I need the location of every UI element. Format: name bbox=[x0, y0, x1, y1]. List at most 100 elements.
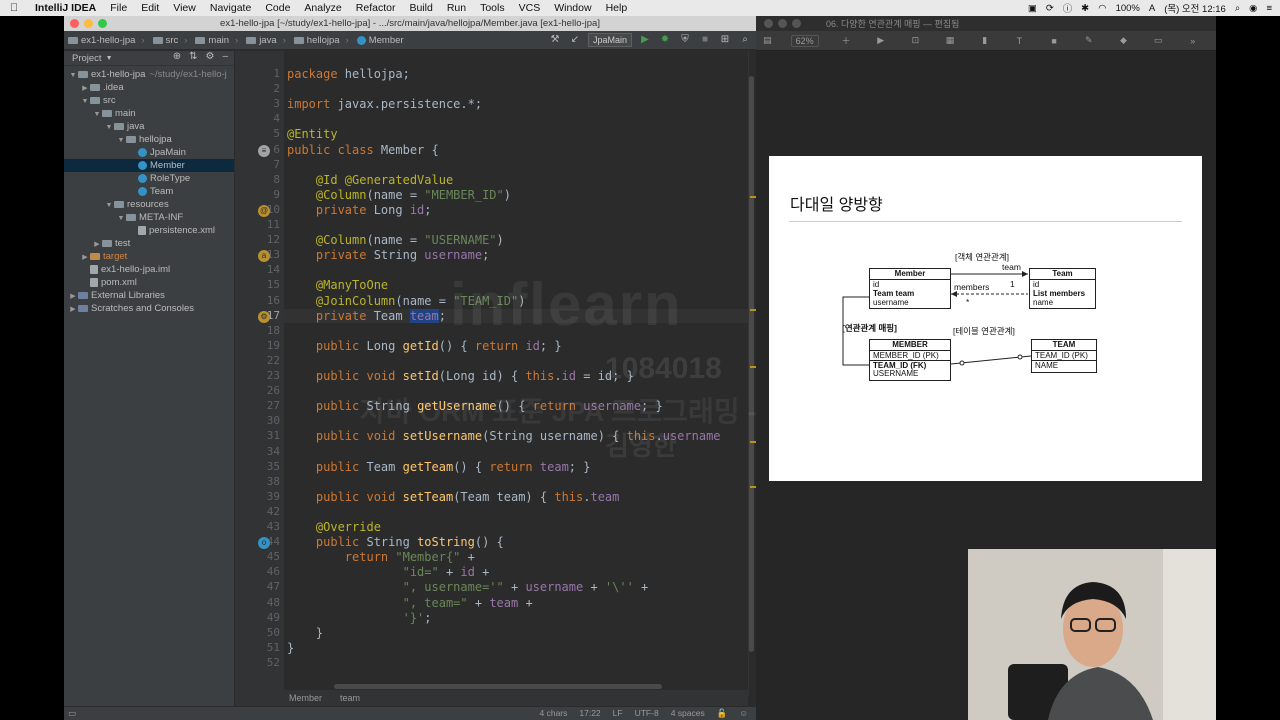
editor-scrollbar-thumb[interactable] bbox=[749, 76, 754, 652]
line-number[interactable]: 26 bbox=[250, 384, 280, 397]
line-number[interactable]: 12 bbox=[250, 233, 280, 246]
menu-tools[interactable]: Tools bbox=[473, 0, 512, 16]
zoom-window-button[interactable] bbox=[792, 19, 801, 28]
code-line[interactable]: public String toString() { bbox=[287, 535, 504, 549]
minimize-window-button[interactable] bbox=[84, 19, 93, 28]
line-number[interactable]: 35 bbox=[250, 460, 280, 473]
crumb-member[interactable]: Member bbox=[353, 35, 408, 46]
line-number[interactable]: 23 bbox=[250, 369, 280, 382]
tree-item[interactable]: persistence.xml bbox=[64, 224, 234, 237]
code-line[interactable]: @Column(name = "MEMBER_ID") bbox=[287, 188, 511, 202]
indent-setting[interactable]: 4 spaces bbox=[671, 708, 705, 719]
menu-window[interactable]: Window bbox=[547, 0, 598, 16]
text-icon[interactable]: T bbox=[1008, 36, 1031, 46]
line-number[interactable]: 4 bbox=[250, 112, 280, 125]
document-icon[interactable]: ▭ bbox=[1147, 35, 1170, 46]
tree-item[interactable]: pom.xml bbox=[64, 276, 234, 289]
line-number[interactable]: 39 bbox=[250, 490, 280, 503]
code-editor[interactable]: package hellojpa; import javax.persistenc… bbox=[284, 51, 748, 696]
code-line[interactable]: package hellojpa; bbox=[287, 67, 410, 81]
code-line[interactable]: ", team=" + team + bbox=[287, 596, 533, 610]
play-icon[interactable]: ▶ bbox=[869, 35, 892, 46]
code-line[interactable]: public void setUsername(String username)… bbox=[287, 429, 721, 443]
apple-icon[interactable]:  bbox=[0, 2, 28, 14]
code-line[interactable]: } bbox=[287, 626, 323, 640]
tree-item[interactable]: ▶ .idea bbox=[64, 81, 234, 94]
crumb-src[interactable]: src › bbox=[149, 35, 192, 46]
line-number[interactable]: 49 bbox=[250, 611, 280, 624]
tree-item[interactable]: ▼ main bbox=[64, 107, 234, 120]
tree-item[interactable]: ▼ java bbox=[64, 120, 234, 133]
override-icon[interactable]: o bbox=[258, 537, 270, 550]
view-icon[interactable]: ▤ bbox=[756, 35, 779, 46]
crumb-java[interactable]: java › bbox=[242, 35, 290, 46]
tree-item[interactable]: ▼ hellojpa bbox=[64, 133, 234, 146]
toggle-tool-windows-icon[interactable]: ▭ bbox=[68, 708, 76, 719]
code-line[interactable]: } bbox=[287, 641, 294, 655]
menu-edit[interactable]: Edit bbox=[134, 0, 166, 16]
line-number[interactable]: 3 bbox=[250, 97, 280, 110]
code-line[interactable]: public String getUsername() { return use… bbox=[287, 399, 663, 413]
project-view-select[interactable]: Project bbox=[72, 53, 102, 64]
crumb-main[interactable]: main › bbox=[191, 35, 242, 46]
tree-item[interactable]: ▶ test bbox=[64, 237, 234, 250]
run-icon[interactable]: ▶ bbox=[638, 33, 652, 47]
hide-icon[interactable]: – bbox=[222, 51, 228, 62]
target-icon[interactable]: ⊕ bbox=[173, 51, 181, 62]
code-line[interactable]: public Long getId() { return id; } bbox=[287, 339, 562, 353]
code-line[interactable]: "id=" + id + bbox=[287, 565, 490, 579]
menu-build[interactable]: Build bbox=[402, 0, 439, 16]
zoom-select[interactable]: 62% bbox=[790, 34, 819, 47]
code-line[interactable]: public void setTeam(Team team) { this.te… bbox=[287, 490, 619, 504]
line-number[interactable]: 27 bbox=[250, 399, 280, 412]
field-icon[interactable]: @ bbox=[258, 204, 270, 217]
collapse-icon[interactable]: ⇅ bbox=[189, 51, 197, 62]
line-number[interactable]: 9 bbox=[250, 188, 280, 201]
code-line[interactable]: @Entity bbox=[287, 127, 338, 141]
code-line[interactable]: public Team getTeam() { return team; } bbox=[287, 460, 591, 474]
crumb-class[interactable]: Member bbox=[289, 693, 322, 703]
shape-icon[interactable]: ■ bbox=[1043, 36, 1066, 46]
line-number[interactable]: 50 bbox=[250, 626, 280, 639]
table-icon[interactable]: ▦ bbox=[939, 35, 962, 46]
line-number[interactable]: 30 bbox=[250, 414, 280, 427]
structure-icon[interactable]: ⊞ bbox=[718, 33, 732, 47]
code-line[interactable]: ", username='" + username + '\'' + bbox=[287, 580, 649, 594]
code-line[interactable]: import javax.persistence.*; bbox=[287, 97, 482, 111]
clock[interactable]: (목) 오전 12:16 bbox=[1164, 1, 1226, 15]
file-encoding[interactable]: UTF-8 bbox=[635, 708, 659, 719]
menu-vcs[interactable]: VCS bbox=[512, 0, 548, 16]
line-number[interactable]: 1 bbox=[250, 67, 280, 80]
tree-item[interactable]: ▼ ex1-hello-jpa ~/study/ex1-hello-j bbox=[64, 68, 234, 81]
stop-icon[interactable]: ■ bbox=[698, 33, 712, 47]
hammer-icon[interactable]: ⚒ bbox=[548, 33, 562, 47]
line-number[interactable]: 31 bbox=[250, 429, 280, 442]
code-line[interactable]: @ManyToOne bbox=[287, 278, 388, 292]
zoom-window-button[interactable] bbox=[98, 19, 107, 28]
line-number[interactable]: 5 bbox=[250, 127, 280, 140]
menu-refactor[interactable]: Refactor bbox=[349, 0, 403, 16]
code-line[interactable]: public void setId(Long id) { this.id = i… bbox=[287, 369, 634, 383]
line-number[interactable]: 2 bbox=[250, 82, 280, 95]
line-number[interactable]: 7 bbox=[250, 158, 280, 171]
line-number[interactable]: 47 bbox=[250, 580, 280, 593]
code-line[interactable]: @JoinColumn(name = "TEAM_ID") bbox=[287, 294, 526, 308]
line-number[interactable]: 16 bbox=[250, 294, 280, 307]
line-number[interactable]: 34 bbox=[250, 445, 280, 458]
menu-navigate[interactable]: Navigate bbox=[203, 0, 258, 16]
relation-icon[interactable]: ⚙ bbox=[258, 310, 270, 323]
tree-item[interactable]: Team bbox=[64, 185, 234, 198]
horizontal-scrollbar[interactable] bbox=[334, 684, 662, 689]
line-number[interactable]: 11 bbox=[250, 218, 280, 231]
info-icon[interactable]: ⓘ bbox=[1063, 1, 1073, 15]
chevron-down-icon[interactable]: ▼ bbox=[106, 55, 113, 62]
more-icon[interactable]: » bbox=[1181, 36, 1204, 46]
code-line[interactable]: private Team team; bbox=[284, 308, 748, 323]
tree-item[interactable]: Member bbox=[64, 159, 234, 172]
tree-item[interactable]: JpaMain bbox=[64, 146, 234, 159]
run-config-select[interactable]: JpaMain bbox=[587, 33, 632, 47]
line-number[interactable]: 18 bbox=[250, 324, 280, 337]
debug-icon[interactable]: ✸ bbox=[658, 33, 672, 47]
crumb-hellojpa[interactable]: hellojpa › bbox=[290, 35, 353, 46]
line-separator[interactable]: LF bbox=[613, 708, 623, 719]
